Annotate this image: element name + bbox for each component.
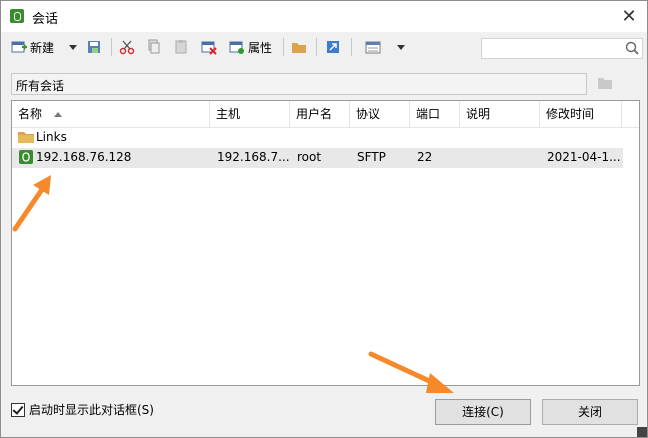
toolbar-separator bbox=[111, 38, 112, 56]
cut-button[interactable] bbox=[119, 37, 135, 57]
chevron-down-icon bbox=[397, 44, 405, 50]
folder-path-bar: 所有会话 bbox=[11, 73, 587, 95]
session-user: root bbox=[297, 150, 322, 164]
sort-ascending-icon bbox=[54, 112, 63, 117]
column-header-port[interactable]: 端口 bbox=[410, 101, 460, 127]
new-folder-button[interactable] bbox=[291, 37, 307, 57]
session-list: 名称 主机 用户名 协议 端口 说明 修改时间 Links 192.168.76… bbox=[11, 100, 640, 386]
toolbar-separator bbox=[316, 38, 317, 56]
toolbar-separator bbox=[283, 38, 284, 56]
scissors-icon bbox=[119, 39, 135, 55]
show-on-startup-checkbox[interactable]: 启动时显示此对话框(S) bbox=[11, 401, 154, 418]
new-session-label: 新建 bbox=[30, 40, 55, 55]
view-button[interactable] bbox=[365, 37, 381, 57]
connect-button[interactable]: 连接(C) bbox=[435, 399, 531, 425]
app-icon bbox=[10, 9, 24, 23]
properties-button[interactable]: 属性 bbox=[229, 37, 272, 57]
column-header-user[interactable]: 用户名 bbox=[290, 101, 350, 127]
column-header-host[interactable]: 主机 bbox=[210, 101, 290, 127]
column-header-modified[interactable]: 修改时间 bbox=[540, 101, 622, 127]
paste-button[interactable] bbox=[173, 37, 189, 57]
show-on-startup-label: 启动时显示此对话框(S) bbox=[29, 403, 154, 417]
search-icon bbox=[625, 41, 639, 55]
delete-button[interactable] bbox=[201, 37, 217, 57]
close-window-button[interactable]: ✕ bbox=[611, 1, 647, 32]
new-dropdown-button[interactable] bbox=[69, 37, 77, 57]
title-bar: 会话 ✕ bbox=[1, 1, 647, 32]
annotation-arrow-connect bbox=[368, 351, 454, 393]
resize-grip[interactable] bbox=[637, 427, 647, 437]
session-icon bbox=[19, 150, 33, 164]
chevron-down-icon bbox=[69, 44, 77, 50]
new-session-icon bbox=[11, 39, 27, 55]
session-port: 22 bbox=[417, 150, 433, 164]
properties-icon bbox=[229, 39, 245, 55]
session-modified: 2021-04-1... bbox=[547, 150, 621, 164]
view-dropdown-button[interactable] bbox=[397, 37, 405, 57]
delete-icon bbox=[201, 39, 217, 55]
new-session-button[interactable]: 新建 bbox=[11, 37, 54, 57]
list-item-folder[interactable]: Links bbox=[12, 128, 623, 148]
column-header-protocol[interactable]: 协议 bbox=[350, 101, 410, 127]
folder-path-text: 所有会话 bbox=[16, 79, 65, 93]
copy-button[interactable] bbox=[146, 37, 162, 57]
folder-icon bbox=[18, 131, 34, 143]
annotation-arrow-session bbox=[12, 175, 51, 232]
checkbox-checked-icon[interactable] bbox=[11, 402, 25, 417]
view-list-icon bbox=[365, 39, 381, 55]
save-session-icon bbox=[86, 39, 102, 55]
column-header-name[interactable]: 名称 bbox=[12, 101, 210, 127]
copy-icon bbox=[146, 39, 162, 55]
toolbar-separator bbox=[351, 38, 352, 56]
session-protocol: SFTP bbox=[357, 150, 386, 164]
save-session-button[interactable] bbox=[86, 37, 102, 57]
search-input[interactable] bbox=[481, 38, 643, 59]
session-dialog: 会话 ✕ 新建 属性 所有会话 名称 主机 用户名 协议 端口 说明 修改时间 … bbox=[0, 0, 648, 438]
session-name: 192.168.76.128 bbox=[36, 150, 132, 164]
folder-name: Links bbox=[36, 130, 67, 144]
list-item-session[interactable]: 192.168.76.128 192.168.7... root SFTP 22… bbox=[12, 148, 623, 168]
session-host: 192.168.7... bbox=[217, 150, 290, 164]
folder-icon bbox=[291, 39, 307, 55]
window-title: 会话 bbox=[32, 12, 59, 27]
properties-label: 属性 bbox=[248, 40, 273, 55]
paste-icon bbox=[173, 39, 189, 55]
column-header-description[interactable]: 说明 bbox=[460, 101, 540, 127]
list-header: 名称 主机 用户名 协议 端口 说明 修改时间 bbox=[12, 101, 639, 128]
shortcut-icon bbox=[325, 39, 341, 55]
close-button[interactable]: 关闭 bbox=[542, 399, 638, 425]
open-shortcut-button[interactable] bbox=[325, 37, 341, 57]
folder-up-button[interactable] bbox=[597, 76, 613, 90]
